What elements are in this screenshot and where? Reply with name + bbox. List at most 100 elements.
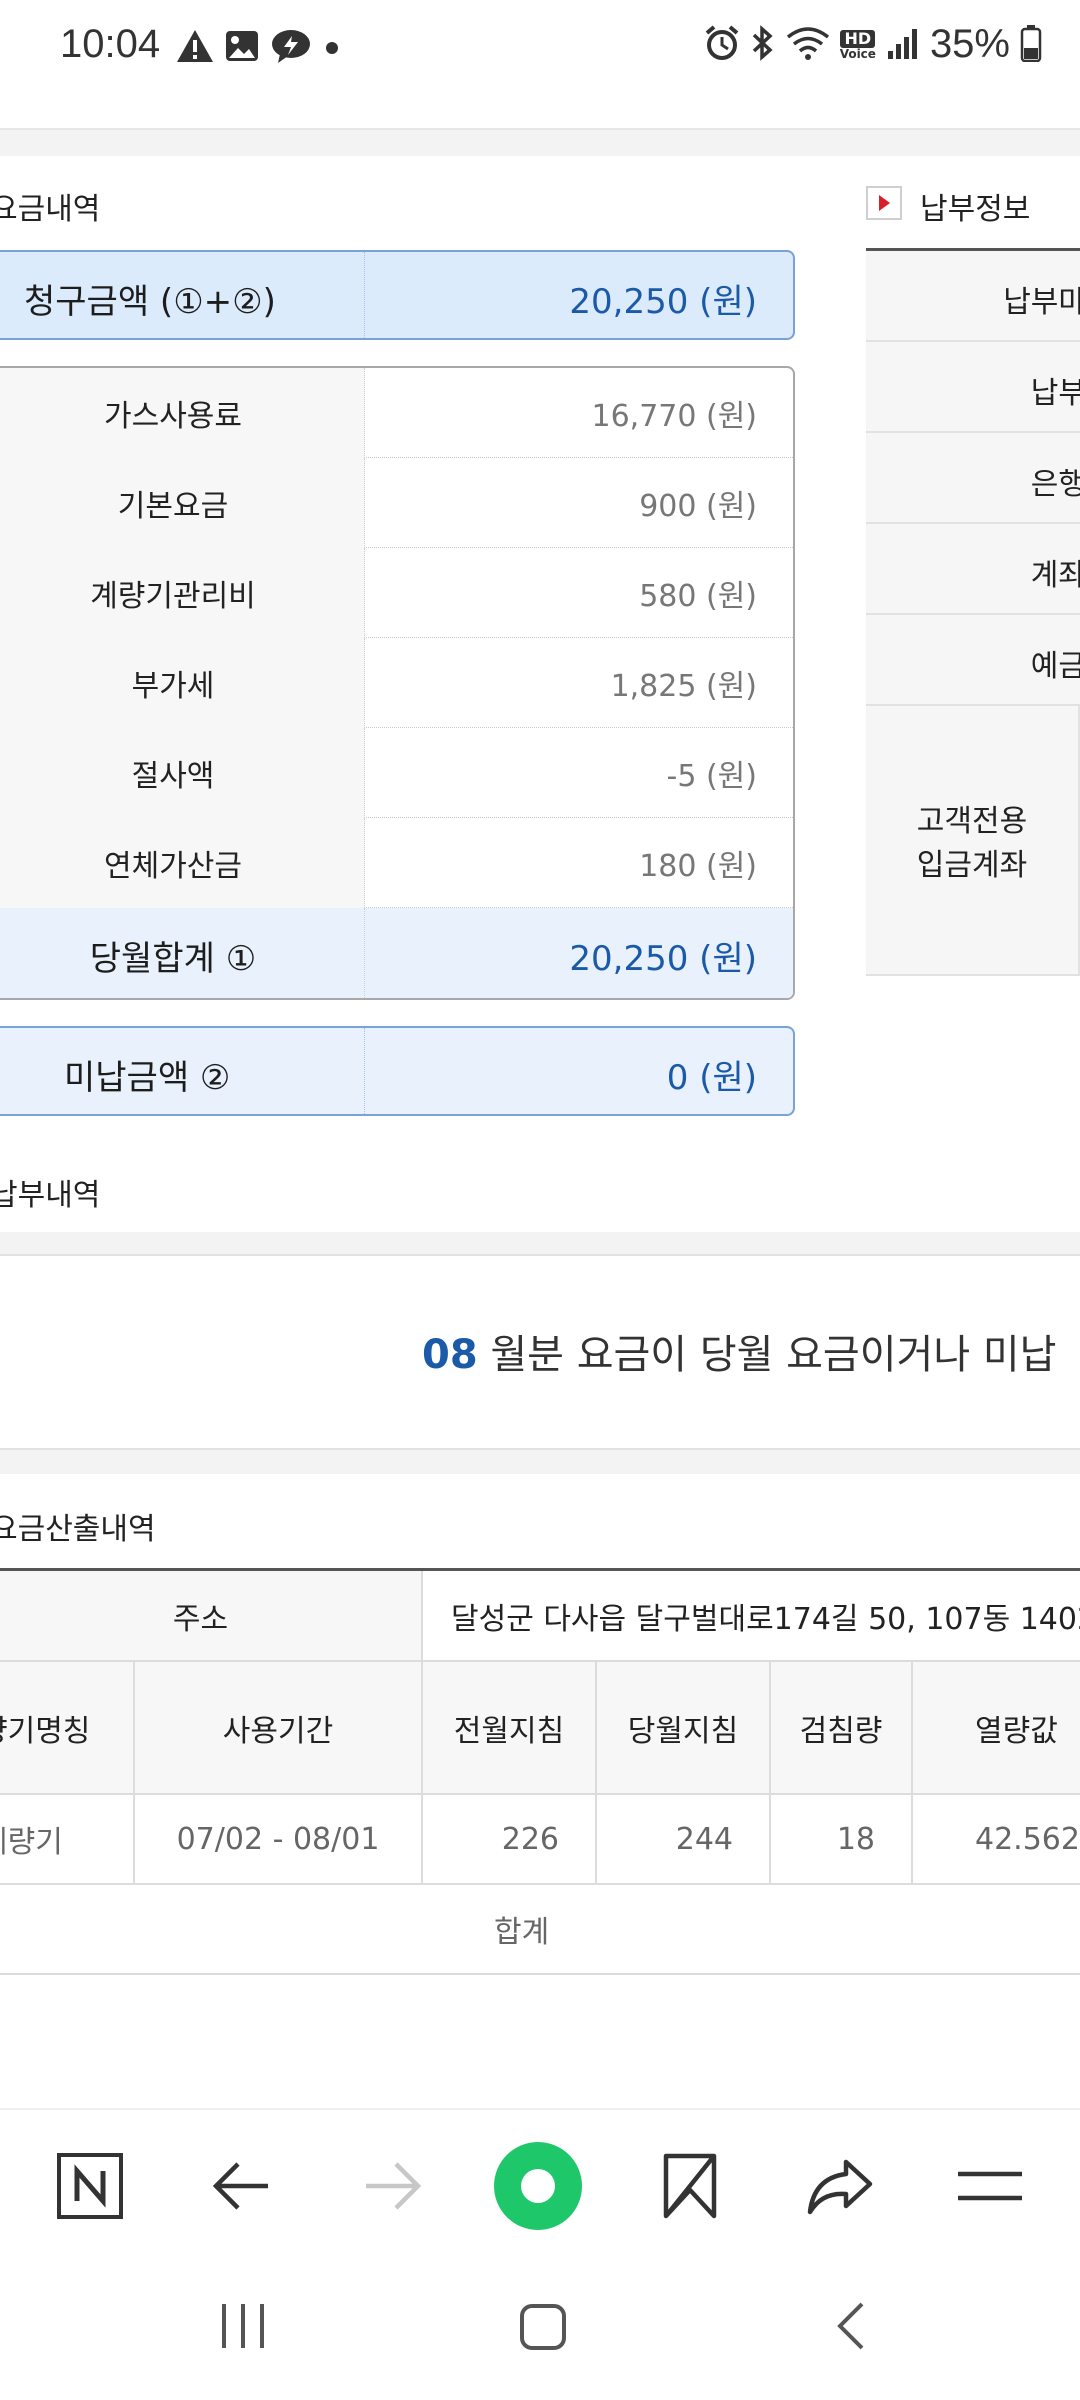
monthly-total-value: 20,250 (원) <box>569 938 757 979</box>
forward-arrow-icon <box>366 2162 422 2210</box>
alarm-icon <box>704 24 740 65</box>
notice-month: 08 <box>422 1332 478 1378</box>
fee-item-value: 16,770 (원) <box>591 399 757 434</box>
page-top-divider <box>0 128 1080 156</box>
fee-item-row: 기본요금 900 (원) <box>0 458 793 548</box>
unpaid-amount-label: 미납금액 ② <box>64 1058 231 1098</box>
payment-info-row-label: 은행 <box>1030 467 1080 502</box>
fee-item-value: 180 (원) <box>639 849 757 884</box>
payment-info-row: 은행 <box>866 433 1080 524</box>
warning-icon <box>176 28 214 68</box>
table-cell: 18 <box>771 1795 913 1885</box>
fee-item-row: 가스사용료 16,770 (원) <box>0 368 793 458</box>
fee-item-label: 연체가산금 <box>0 818 365 908</box>
payment-history-title: 납부내역 <box>0 1178 101 1213</box>
table-cell: 226 <box>423 1795 597 1885</box>
fee-item-value: -5 (원) <box>666 759 757 794</box>
hd-label: HD <box>840 29 876 48</box>
notice-text: 월분 요금이 당월 요금이거나 미납 <box>477 1332 1057 1378</box>
menu-button[interactable] <box>950 2146 1030 2226</box>
home-button[interactable] <box>518 2300 568 2356</box>
battery-percent: 35% <box>929 22 1010 66</box>
status-bar: 10:04 HD Voice 35% <box>0 0 1080 100</box>
payment-info-row: 계좌 <box>866 524 1080 615</box>
billed-amount-row: 청구금액 (①+②) 20,250 (원) <box>0 250 795 340</box>
table-cell: 계량기 <box>0 1795 135 1885</box>
customer-account-row: 고객전용 입금계좌 <box>866 706 1080 976</box>
billed-amount-value: 20,250 (원) <box>569 282 757 322</box>
monthly-total-row: 당월합계 ① 20,250 (원) <box>0 908 793 998</box>
fee-item-value: 900 (원) <box>639 489 757 524</box>
fee-detail-table: 가스사용료 16,770 (원) 기본요금 900 (원) 계량기관리비 580… <box>0 366 795 1000</box>
table-cell: 07/02 - 08/01 <box>135 1795 423 1885</box>
bluetooth-icon <box>750 24 776 65</box>
customer-account-label-line1: 고객전용 <box>916 804 1028 839</box>
messenger-icon <box>270 28 312 68</box>
system-icons: HD Voice 35% <box>704 22 1042 67</box>
bookmark-button[interactable] <box>650 2146 730 2226</box>
bookmark-icon <box>663 2153 717 2219</box>
payment-info-title: 납부정보 <box>920 192 1031 227</box>
address-value-cell: 달성군 다사읍 달구벌대로174길 50, 107동 1402 <box>423 1571 1080 1662</box>
fee-item-label: 계량기관리비 <box>0 548 365 638</box>
fee-item-label: 부가세 <box>0 638 365 728</box>
fee-item-value: 1,825 (원) <box>610 669 757 704</box>
voice-label: Voice <box>839 46 876 61</box>
home-square-icon <box>520 2304 566 2350</box>
share-arrow-icon <box>807 2159 873 2215</box>
fee-item-label: 가스사용료 <box>0 368 365 458</box>
column-header: 검침량 <box>771 1662 913 1795</box>
fee-item-row: 부가세 1,825 (원) <box>0 638 793 728</box>
payment-info-row: 납부마 <box>866 251 1080 342</box>
monthly-total-label: 당월합계 ① <box>0 908 365 998</box>
naver-n-icon <box>57 2153 123 2219</box>
naver-home-button[interactable] <box>50 2146 130 2226</box>
total-label-cell: 합계 <box>0 1885 1080 1975</box>
share-button[interactable] <box>800 2146 880 2226</box>
customer-account-label-line2: 입금계좌 <box>916 848 1028 883</box>
payment-info-row-label: 계좌 <box>1030 558 1080 593</box>
unpaid-amount-value: 0 (원) <box>666 1058 757 1098</box>
payment-history-notice: 08 월분 요금이 당월 요금이거나 미납 <box>422 1322 1056 1380</box>
notification-icons <box>176 28 342 68</box>
back-button[interactable] <box>202 2146 282 2226</box>
fee-item-row: 절사액 -5 (원) <box>0 728 793 818</box>
payment-info-row-label: 납부마 <box>1003 285 1080 320</box>
table-cell: 42.5620 <box>913 1795 1080 1885</box>
table-cell: 244 <box>597 1795 771 1885</box>
hd-voice-icon: HD Voice <box>839 29 876 61</box>
unpaid-amount-row: 미납금액 ② 0 (원) <box>0 1026 795 1116</box>
signal-icon <box>886 25 920 65</box>
payment-info-row: 납부 <box>866 342 1080 433</box>
image-icon <box>224 28 260 68</box>
calc-section-title: 요금산출내역 <box>0 1512 156 1547</box>
fee-section-title: 요금내역 <box>0 192 101 227</box>
column-header: 당월지침 <box>597 1662 771 1795</box>
calc-table: 주소 달성군 다사읍 달구벌대로174길 50, 107동 1402 량기명칭 … <box>0 1568 1080 1975</box>
fee-item-label: 절사액 <box>0 728 365 818</box>
payment-info-row: 예금 <box>866 615 1080 706</box>
forward-button[interactable] <box>352 2146 432 2226</box>
green-dot-button[interactable] <box>490 2138 586 2234</box>
status-time: 10:04 <box>60 22 161 66</box>
play-bullet-icon <box>866 186 902 224</box>
wifi-icon <box>786 25 830 65</box>
column-header: 열량값 <box>913 1662 1080 1795</box>
recent-apps-icon <box>222 2304 264 2348</box>
back-arrow-icon <box>212 2162 268 2210</box>
fee-item-row: 연체가산금 180 (원) <box>0 818 793 908</box>
fee-item-label: 기본요금 <box>0 458 365 548</box>
recent-apps-button[interactable] <box>218 2300 268 2356</box>
fee-item-row: 계량기관리비 580 (원) <box>0 548 793 638</box>
payment-info-row-label: 납부 <box>1030 376 1080 411</box>
system-back-button[interactable] <box>830 2300 870 2356</box>
battery-icon <box>1020 24 1042 66</box>
address-label-cell: 주소 <box>0 1571 423 1662</box>
billed-amount-label: 청구금액 (①+②) <box>24 282 276 322</box>
column-header: 전월지침 <box>423 1662 597 1795</box>
column-header: 량기명칭 <box>0 1662 135 1795</box>
dot-icon <box>322 28 342 68</box>
payment-info-row-label: 예금 <box>1030 649 1080 684</box>
fee-item-value: 580 (원) <box>639 579 757 614</box>
green-circle-icon <box>494 2142 582 2230</box>
